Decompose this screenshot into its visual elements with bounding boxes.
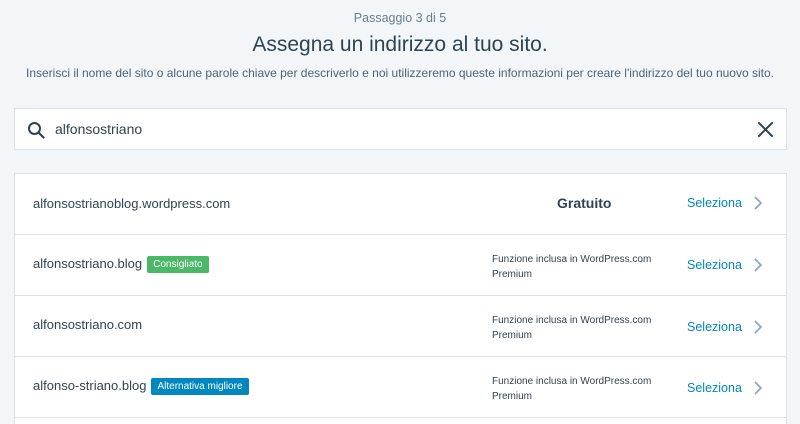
domain-result-row[interactable]: alfonsostrianoblog.wordpress.com Gratuit… (15, 174, 786, 235)
domain-name-wrap: alfonsostriano.blog Consigliato (33, 256, 209, 273)
chevron-right-icon[interactable] (753, 196, 763, 210)
domain-name: alfonsostrianoblog.wordpress.com (33, 196, 231, 211)
price-note-line1: Funzione inclusa in WordPress.com (492, 376, 652, 387)
best-alternative-badge: Alternativa migliore (151, 378, 249, 395)
step-indicator: Passaggio 3 di 5 (353, 11, 447, 25)
select-domain-button[interactable]: Seleziona (687, 320, 742, 334)
chevron-right-icon[interactable] (753, 320, 763, 334)
domain-name: alfonso-striano.blog (33, 378, 147, 393)
select-domain-button[interactable]: Seleziona (687, 196, 742, 210)
domain-price-note: Funzione inclusa in WordPress.com Premiu… (492, 374, 672, 404)
price-note-line2: Premium (492, 330, 533, 341)
domain-search-box (14, 108, 787, 150)
domain-price-note: Funzione inclusa in WordPress.com Premiu… (492, 252, 672, 282)
domain-results-list: alfonsostrianoblog.wordpress.com Gratuit… (14, 173, 787, 424)
domain-search-input[interactable] (55, 115, 735, 143)
recommended-badge: Consigliato (147, 256, 209, 273)
select-domain-button[interactable]: Seleziona (687, 258, 742, 272)
search-icon (28, 122, 45, 139)
price-note-line1: Funzione inclusa in WordPress.com (492, 254, 652, 265)
close-icon[interactable] (757, 121, 774, 138)
domain-price-note: Funzione inclusa in WordPress.com Premiu… (492, 313, 672, 343)
chevron-right-icon[interactable] (753, 381, 763, 395)
domain-result-row[interactable]: alfonso-striano.blog Alternativa migliore… (15, 357, 786, 418)
domain-name-wrap: alfonso-striano.blog Alternativa migliore (33, 378, 249, 395)
price-note-line2: Premium (492, 269, 533, 280)
domain-name: alfonsostriano.com (33, 317, 143, 332)
domain-result-row[interactable]: alfonsostriano.com Funzione inclusa in W… (15, 296, 786, 357)
page-subtitle: Inserisci il nome del sito o alcune paro… (26, 66, 774, 80)
price-note-line1: Funzione inclusa in WordPress.com (492, 315, 652, 326)
chevron-right-icon[interactable] (753, 258, 763, 272)
domain-result-row[interactable]: alfonsostriano.blog Consigliato Funzione … (15, 235, 786, 296)
domain-price: Gratuito (557, 195, 612, 211)
select-domain-button[interactable]: Seleziona (687, 381, 742, 395)
domain-name: alfonsostriano.blog (33, 256, 143, 271)
price-note-line2: Premium (492, 391, 533, 402)
page-title: Assegna un indirizzo al tuo sito. (252, 33, 548, 56)
